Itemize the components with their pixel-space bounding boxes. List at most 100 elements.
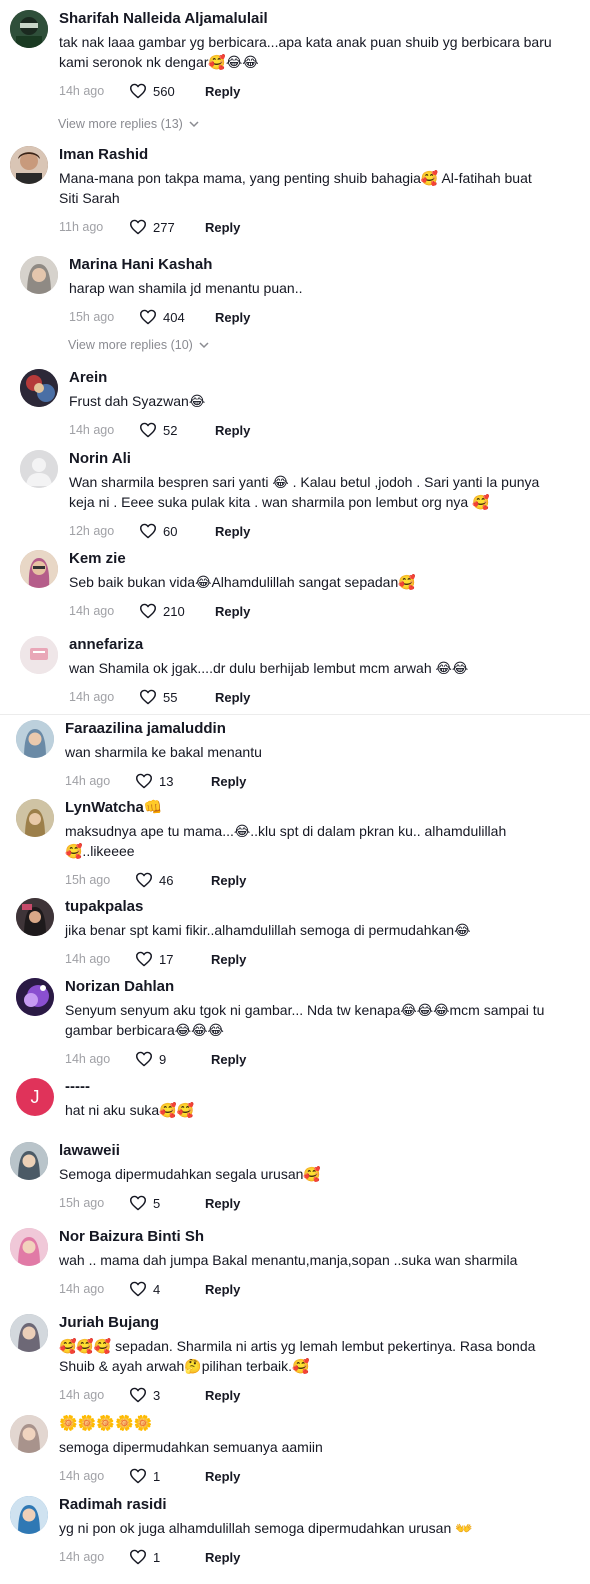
comment-time: 14h ago (69, 604, 115, 618)
heart-icon (136, 872, 152, 888)
avatar[interactable] (10, 1314, 48, 1352)
comment-username[interactable]: Radimah rasidi (59, 1496, 473, 1514)
reply-button[interactable]: Reply (205, 1282, 240, 1297)
comment-username[interactable]: Juriah Bujang (59, 1314, 535, 1332)
avatar[interactable] (16, 720, 54, 758)
reply-button[interactable]: Reply (215, 524, 250, 539)
reply-button[interactable]: Reply (215, 423, 250, 438)
reply-button[interactable]: Reply (205, 1469, 240, 1484)
avatar[interactable] (20, 450, 58, 488)
reply-button[interactable]: Reply (205, 1550, 240, 1565)
comment-item: Radimah rasidi yg ni pon ok juga alhamdu… (10, 1496, 473, 1566)
reply-button[interactable]: Reply (205, 220, 240, 235)
comment-username[interactable]: Norin Ali (69, 450, 539, 468)
avatar[interactable] (10, 1496, 48, 1534)
avatar[interactable] (10, 1228, 48, 1266)
reply-button[interactable]: Reply (205, 1388, 240, 1403)
like-button[interactable]: 560 (129, 83, 183, 99)
reply-button[interactable]: Reply (215, 690, 250, 705)
avatar[interactable] (10, 1142, 48, 1180)
comment-text-line: Mana-mana pon takpa mama, yang penting s… (59, 170, 532, 186)
like-count: 3 (153, 1387, 161, 1403)
reply-button[interactable]: Reply (205, 84, 240, 99)
comment-username[interactable]: Norizan Dahlan (65, 978, 544, 996)
avatar[interactable] (20, 256, 58, 294)
view-more-replies[interactable]: View more replies (10) (68, 338, 209, 352)
comment-meta: 12h ago 60 Reply (69, 522, 539, 540)
comment-username[interactable]: ----- (65, 1078, 194, 1096)
comment-meta: 15h ago 46 Reply (65, 871, 506, 889)
comment-text: Seb baik bukan vida😂Alhamdulillah sangat… (69, 572, 416, 592)
reply-button[interactable]: Reply (205, 1196, 240, 1211)
like-button[interactable]: 13 (135, 773, 189, 789)
comment-item: LynWatcha👊 maksudnya ape tu mama...😂..kl… (16, 799, 506, 889)
like-button[interactable]: 55 (139, 689, 193, 705)
like-button[interactable]: 46 (135, 872, 189, 888)
comment-meta: 14h ago 560 Reply (59, 82, 552, 100)
avatar[interactable] (16, 898, 54, 936)
reply-button[interactable]: Reply (211, 774, 246, 789)
comment-username[interactable]: LynWatcha👊 (65, 799, 506, 817)
like-button[interactable]: 60 (139, 523, 193, 539)
avatar[interactable] (10, 10, 48, 48)
like-count: 60 (163, 523, 178, 539)
avatar-image-icon (16, 898, 54, 936)
like-button[interactable]: 1 (129, 1468, 183, 1484)
reply-button[interactable]: Reply (211, 952, 246, 967)
reply-button[interactable]: Reply (211, 1052, 246, 1067)
reply-button[interactable]: Reply (215, 310, 250, 325)
comment-username[interactable]: Marina Hani Kashah (69, 256, 302, 274)
avatar[interactable] (16, 799, 54, 837)
comment-text-line: hat ni aku suka🥰🥰 (65, 1102, 195, 1118)
like-button[interactable]: 4 (129, 1281, 183, 1297)
comment-time: 14h ago (65, 952, 111, 966)
avatar[interactable] (20, 636, 58, 674)
view-more-replies[interactable]: View more replies (13) (58, 117, 199, 131)
avatar[interactable] (10, 146, 48, 184)
like-count: 1 (153, 1549, 161, 1565)
comment-text-line: Siti Sarah (59, 190, 120, 206)
comment-username[interactable]: Iman Rashid (59, 146, 532, 164)
comment-time: 14h ago (59, 1282, 105, 1296)
comment-text-line: Senyum senyum aku tgok ni gambar... Nda … (65, 1002, 545, 1018)
comment-time: 14h ago (59, 1550, 105, 1564)
reply-button[interactable]: Reply (211, 873, 246, 888)
like-button[interactable]: 277 (129, 219, 183, 235)
comment-item: Iman Rashid Mana-mana pon takpa mama, ya… (10, 146, 532, 236)
comment-item: Faraazilina jamaluddin wan sharmila ke b… (16, 720, 262, 790)
avatar[interactable] (20, 550, 58, 588)
comment-username[interactable]: annefariza (69, 636, 468, 654)
comment-text: maksudnya ape tu mama...😂..klu spt di da… (65, 821, 506, 861)
like-button[interactable]: 210 (139, 603, 193, 619)
like-button[interactable]: 1 (129, 1549, 183, 1565)
avatar[interactable] (20, 369, 58, 407)
comment-username[interactable]: lawaweii (59, 1142, 321, 1160)
comment-meta: 14h ago 55 Reply (69, 688, 468, 706)
like-button[interactable]: 9 (135, 1051, 189, 1067)
comment-text-line: 🥰🥰🥰 sepadan. Sharmila ni artis yg lemah … (59, 1338, 536, 1354)
comment-username[interactable]: tupakpalas (65, 898, 470, 916)
comment-meta: 11h ago 277 Reply (59, 218, 532, 236)
reply-button[interactable]: Reply (215, 604, 250, 619)
comment-username[interactable]: Kem zie (69, 550, 416, 568)
like-button[interactable]: 3 (129, 1387, 183, 1403)
comment-username[interactable]: 🌼🌼🌼🌼🌼 (59, 1415, 323, 1433)
comment-username[interactable]: Arein (69, 369, 250, 387)
like-button[interactable]: 404 (139, 309, 193, 325)
like-button[interactable]: 52 (139, 422, 193, 438)
comment-text-line: Semoga dipermudahkan segala urusan🥰 (59, 1166, 321, 1182)
like-button[interactable]: 17 (135, 951, 189, 967)
comment-item: Arein Frust dah Syazwan😂 14h ago 52 Repl… (20, 369, 250, 439)
like-button[interactable]: 5 (129, 1195, 183, 1211)
comment-username[interactable]: Sharifah Nalleida Aljamalulail (59, 10, 552, 28)
avatar-image-icon (10, 1314, 48, 1352)
comment-text-line: jika benar spt kami fikir..alhamdulillah… (65, 922, 471, 938)
like-count: 4 (153, 1281, 161, 1297)
comment-meta: 15h ago 5 Reply (59, 1194, 321, 1212)
avatar[interactable] (16, 978, 54, 1016)
comment-username[interactable]: Faraazilina jamaluddin (65, 720, 262, 738)
avatar[interactable]: J (16, 1078, 54, 1116)
comment-username[interactable]: Nor Baizura Binti Sh (59, 1228, 517, 1246)
comment-time: 14h ago (59, 84, 105, 98)
avatar[interactable] (10, 1415, 48, 1453)
